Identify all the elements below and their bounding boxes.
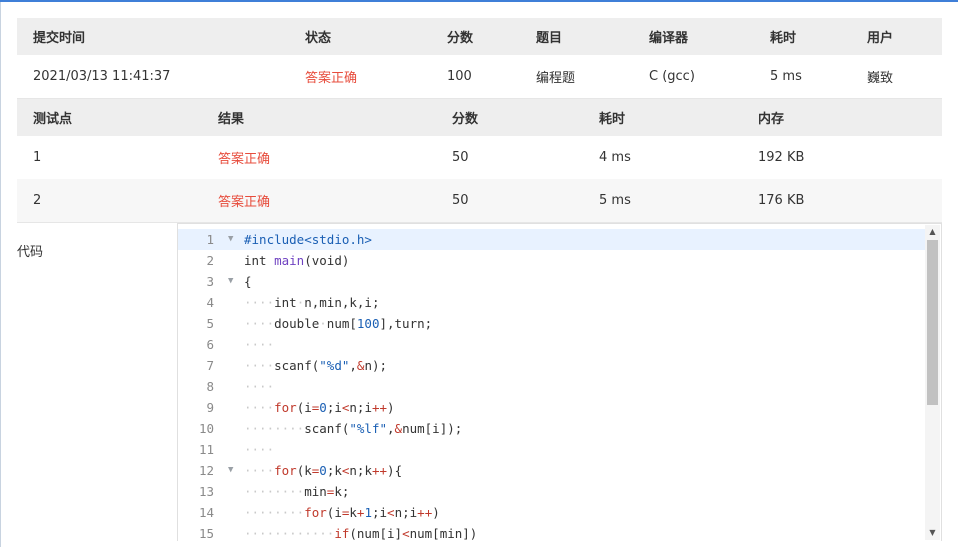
code-text: ····for(k=0;k<n;k++){ xyxy=(244,463,403,478)
table-row: 2 答案正确 50 5 ms 176 KB xyxy=(17,179,942,223)
testcase-result: 答案正确 xyxy=(218,195,271,210)
line-number: 7 xyxy=(206,358,214,373)
line-number: 9 xyxy=(206,400,214,415)
testcase-time: 5 ms xyxy=(599,193,631,208)
line-number: 1 xyxy=(206,232,214,247)
code-text: ····double·num[100],turn; xyxy=(244,316,433,331)
header-testcase: 测试点 xyxy=(33,112,73,127)
code-text: ····scanf("%d",&n); xyxy=(244,358,388,373)
code-line: 15 ············if(num[i]<num[min]) xyxy=(178,523,926,541)
header-compiler: 编译器 xyxy=(649,31,689,46)
header-score: 分数 xyxy=(452,112,479,127)
code-text: ········for(i=k+1;i<n;i++) xyxy=(244,505,440,520)
code-line: 7 ····scanf("%d",&n); xyxy=(178,355,926,376)
code-label: 代码 xyxy=(17,245,44,260)
testcase-score: 50 xyxy=(452,193,469,208)
line-number: 2 xyxy=(206,253,214,268)
code-line: 6 ···· xyxy=(178,334,926,355)
submission-header-row: 提交时间 状态 分数 题目 编译器 耗时 用户 xyxy=(17,18,942,55)
line-number: 8 xyxy=(206,379,214,394)
testcase-memory: 192 KB xyxy=(758,150,805,165)
code-line: 8 ···· xyxy=(178,376,926,397)
code-line: 3 ▼ { xyxy=(178,271,926,292)
line-number: 15 xyxy=(198,526,214,541)
code-line: 2 int main(void) xyxy=(178,250,926,271)
user-link[interactable]: 巍致 xyxy=(867,55,893,98)
status-badge: 答案正确 xyxy=(305,71,358,86)
code-line: 1 ▼ #include<stdio.h> xyxy=(178,229,926,250)
table-row: 1 答案正确 50 4 ms 192 KB xyxy=(17,136,942,180)
testcase-id: 1 xyxy=(33,150,42,165)
left-border xyxy=(0,2,1,547)
header-duration: 耗时 xyxy=(770,31,797,46)
code-line: 5 ····double·num[100],turn; xyxy=(178,313,926,334)
line-number: 4 xyxy=(206,295,214,310)
code-text: ···· xyxy=(244,337,275,352)
header-memory: 内存 xyxy=(758,112,785,127)
code-text: ········min=k; xyxy=(244,484,350,499)
duration-value: 5 ms xyxy=(770,69,802,84)
line-number: 11 xyxy=(198,442,214,457)
header-submit-time: 提交时间 xyxy=(33,31,86,46)
line-number: 12 xyxy=(198,463,214,478)
submit-time: 2021/03/13 11:41:37 xyxy=(33,69,171,84)
code-text: ····int·n,min,k,i; xyxy=(244,295,380,310)
code-text: { xyxy=(244,274,252,289)
testcase-header-row: 测试点 结果 分数 耗时 内存 xyxy=(17,99,942,136)
testcase-time: 4 ms xyxy=(599,150,631,165)
code-line: 14 ········for(i=k+1;i<n;i++) xyxy=(178,502,926,523)
line-number: 6 xyxy=(206,337,214,352)
code-text: #include<stdio.h> xyxy=(244,232,372,247)
code-line: 11 ···· xyxy=(178,439,926,460)
code-line: 10 ········scanf("%lf",&num[i]); xyxy=(178,418,926,439)
line-number: 14 xyxy=(198,505,214,520)
line-number: 13 xyxy=(198,484,214,499)
score-value: 100 xyxy=(447,69,472,84)
code-text: ········scanf("%lf",&num[i]); xyxy=(244,421,463,436)
header-problem: 题目 xyxy=(536,31,563,46)
code-text: ············if(num[i]<num[min]) xyxy=(244,526,478,541)
top-accent-bar xyxy=(0,0,958,2)
scroll-up-arrow-icon[interactable]: ▲ xyxy=(925,225,940,239)
code-editor[interactable]: 1 ▼ #include<stdio.h> 2 int main(void) 3 ▼ {4 ··… xyxy=(177,223,942,541)
editor-scrollbar[interactable]: ▲ ▼ xyxy=(925,225,940,540)
fold-arrow-icon[interactable]: ▼ xyxy=(228,229,233,250)
code-text: ···· xyxy=(244,442,275,457)
code-line: 9 ····for(i=0;i<n;i++) xyxy=(178,397,926,418)
testcase-memory: 176 KB xyxy=(758,193,805,208)
header-user: 用户 xyxy=(867,31,894,46)
testcase-id: 2 xyxy=(33,193,42,208)
code-line: 13 ········min=k; xyxy=(178,481,926,502)
code-text: ····for(i=0;i<n;i++) xyxy=(244,400,395,415)
compiler-value: C (gcc) xyxy=(649,69,695,84)
code-text: int main(void) xyxy=(244,253,350,268)
header-result: 结果 xyxy=(218,112,245,127)
code-text: ···· xyxy=(244,379,275,394)
testcase-score: 50 xyxy=(452,150,469,165)
fold-arrow-icon[interactable]: ▼ xyxy=(228,460,233,481)
header-score: 分数 xyxy=(447,31,474,46)
line-number: 3 xyxy=(206,274,214,289)
submission-row: 2021/03/13 11:41:37 答案正确 100 编程题 C (gcc)… xyxy=(17,55,942,99)
scroll-down-arrow-icon[interactable]: ▼ xyxy=(925,526,940,540)
code-line: 4 ····int·n,min,k,i; xyxy=(178,292,926,313)
header-status: 状态 xyxy=(305,31,332,46)
line-number: 5 xyxy=(206,316,214,331)
scroll-thumb[interactable] xyxy=(927,240,938,405)
code-line: 12 ▼ ····for(k=0;k<n;k++){ xyxy=(178,460,926,481)
line-number: 10 xyxy=(198,421,214,436)
problem-link[interactable]: 编程题 xyxy=(536,55,575,98)
testcase-result: 答案正确 xyxy=(218,152,271,167)
fold-arrow-icon[interactable]: ▼ xyxy=(228,271,233,292)
header-time: 耗时 xyxy=(599,112,626,127)
